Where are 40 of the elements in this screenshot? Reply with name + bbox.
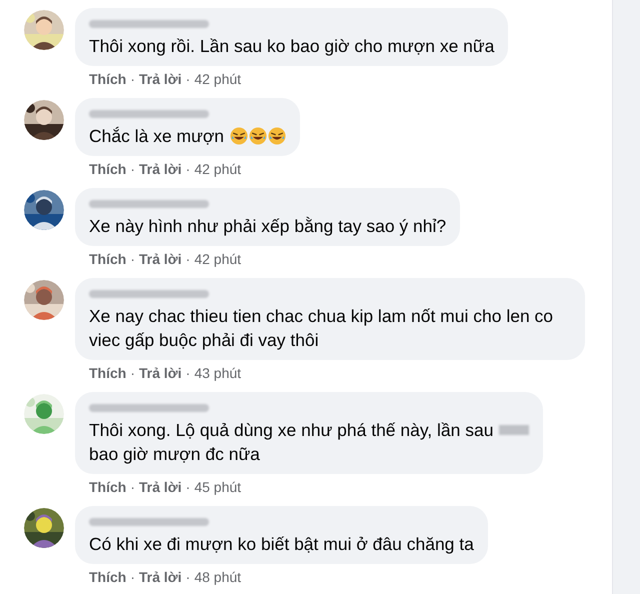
- separator-dot: ·: [130, 478, 136, 496]
- laughing-emoji-icon: [268, 127, 286, 145]
- like-link[interactable]: Thích: [89, 160, 126, 178]
- reply-link[interactable]: Trả lời: [139, 70, 182, 88]
- comment-text: Thôi xong rồi. Lần sau ko bao giờ cho mượn xe nữa: [89, 36, 494, 56]
- reply-link[interactable]: Trả lời: [139, 364, 182, 382]
- comment-text: Chắc là xe mượn: [89, 126, 224, 146]
- comment-text: Thôi xong. Lộ quả dùng xe như phá thế này, lần sau: [89, 419, 494, 442]
- separator-dot: ·: [130, 160, 136, 178]
- separator-dot: ·: [186, 160, 190, 178]
- separator-dot: ·: [130, 568, 136, 586]
- like-link[interactable]: Thích: [89, 250, 126, 268]
- separator-dot: ·: [130, 70, 136, 88]
- like-link[interactable]: Thích: [89, 70, 126, 88]
- separator-dot: ·: [186, 364, 190, 382]
- laughing-emoji-icon: [248, 127, 267, 145]
- reply-link[interactable]: Trả lời: [139, 568, 182, 586]
- timestamp: 42 phút: [194, 160, 242, 178]
- laughing-emoji-icon: [230, 127, 248, 145]
- separator-dot: ·: [186, 70, 190, 88]
- timestamp: 43 phút: [194, 364, 242, 382]
- timestamp: 42 phút: [194, 250, 242, 268]
- comment-text: Xe nay chac thieu tien chac chua kip lam nốt mui cho len co viec gấp buộc phải đi vay thôi: [89, 306, 554, 350]
- separator-dot: ·: [186, 250, 190, 268]
- separator-dot: ·: [186, 568, 190, 586]
- separator-dot: ·: [186, 478, 190, 496]
- reply-link[interactable]: Trả lời: [139, 250, 182, 268]
- reply-link[interactable]: Trả lời: [139, 478, 182, 496]
- timestamp: 45 phút: [194, 478, 242, 496]
- timestamp: 48 phút: [194, 568, 242, 586]
- timestamp: 42 phút: [194, 70, 242, 88]
- like-link[interactable]: Thích: [89, 478, 126, 496]
- like-link[interactable]: Thích: [89, 568, 126, 586]
- separator-dot: ·: [130, 364, 136, 382]
- like-link[interactable]: Thích: [89, 364, 126, 382]
- comment-text: bao giờ mượn đc nữa: [89, 443, 261, 466]
- comment-text: Xe này hình như phải xếp bằng tay sao ý nhỉ?: [89, 216, 446, 236]
- comment-text: Có khi xe đi mượn ko biết bật mui ở đâu chăng ta: [89, 534, 474, 554]
- reply-link[interactable]: Trả lời: [139, 160, 182, 178]
- separator-dot: ·: [130, 250, 136, 268]
